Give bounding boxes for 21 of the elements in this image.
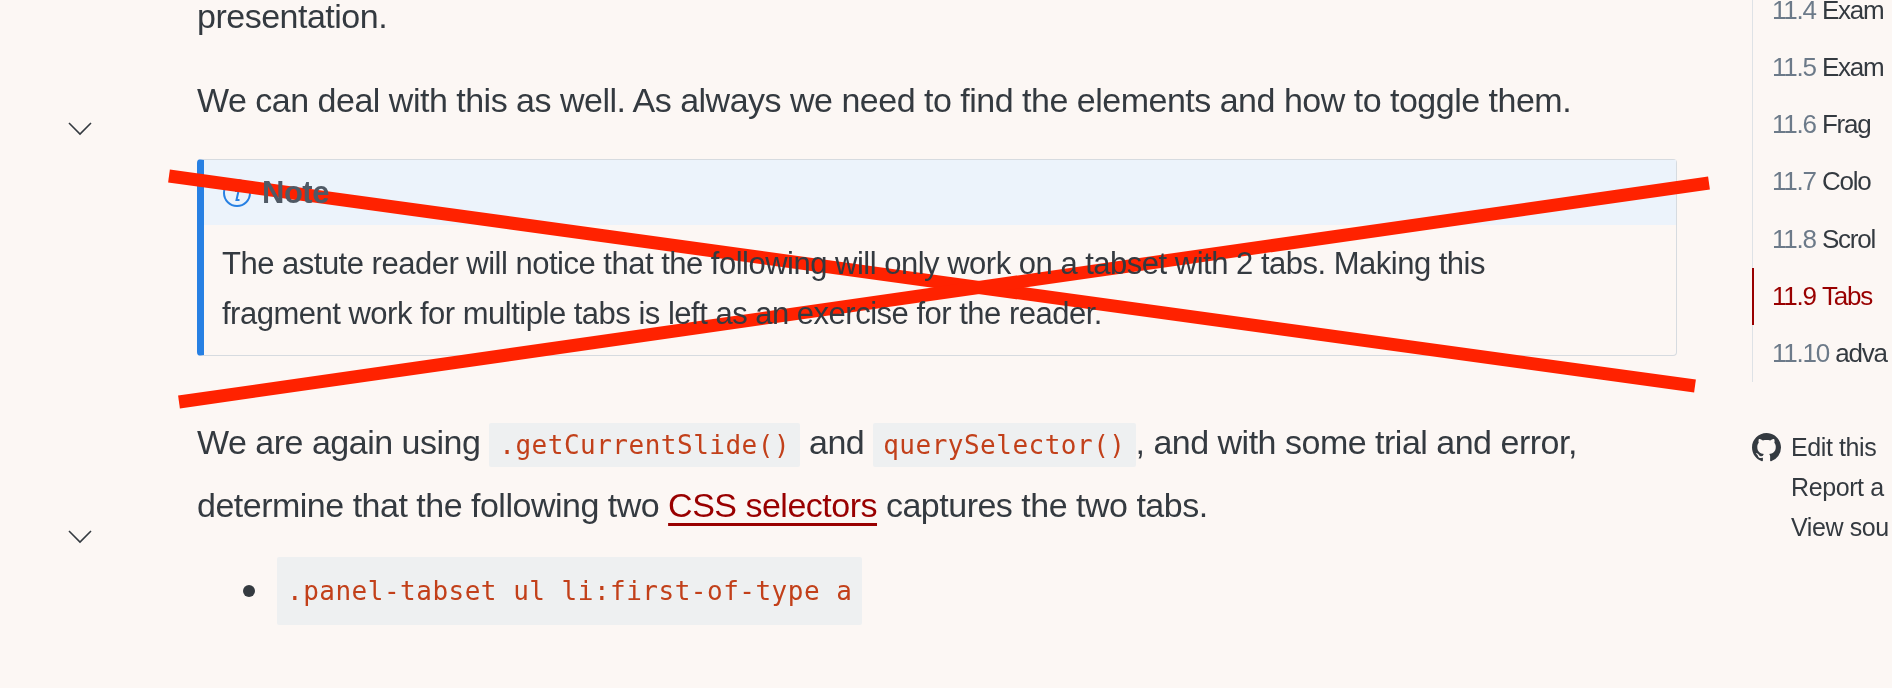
toc-link[interactable]: 11.8 Scrol [1752, 210, 1892, 268]
page-link[interactable]: View sou [1752, 507, 1892, 547]
toc-link[interactable]: 11.10 adva [1752, 324, 1892, 382]
inline-code: .getCurrentSlide() [489, 423, 801, 467]
page-link[interactable]: Edit this [1752, 427, 1892, 467]
css-selectors-link[interactable]: CSS selectors [668, 486, 877, 524]
bullet-icon [243, 585, 255, 597]
toc-link[interactable]: 11.5 Exam [1752, 39, 1892, 97]
chevron-down-icon[interactable] [68, 122, 92, 136]
toc-link[interactable]: 11.9 Tabs [1752, 267, 1892, 325]
chevron-down-icon[interactable] [68, 530, 92, 544]
toc-link[interactable]: 11.7 Colo [1752, 153, 1892, 211]
paragraph-text: presentation. [197, 0, 389, 37]
paragraph-text: We are again using .getCurrentSlide() and querySelector() , and with some trial and error, determine that the following two CSS selectors captures the two tabs. [197, 422, 1578, 526]
page-link[interactable]: Report a [1752, 467, 1892, 507]
inline-code: querySelector() [873, 423, 1136, 467]
github-icon [1752, 432, 1781, 462]
toc-link[interactable]: 11.6 Frag [1752, 96, 1892, 154]
toc-link[interactable]: 11.4 Exam [1752, 0, 1892, 40]
inline-code: .panel-tabset ul li:first-of-type a [277, 557, 863, 625]
paragraph-text: We can deal with this as well. As always we need to find the elements and how to toggle them. [197, 80, 1573, 121]
